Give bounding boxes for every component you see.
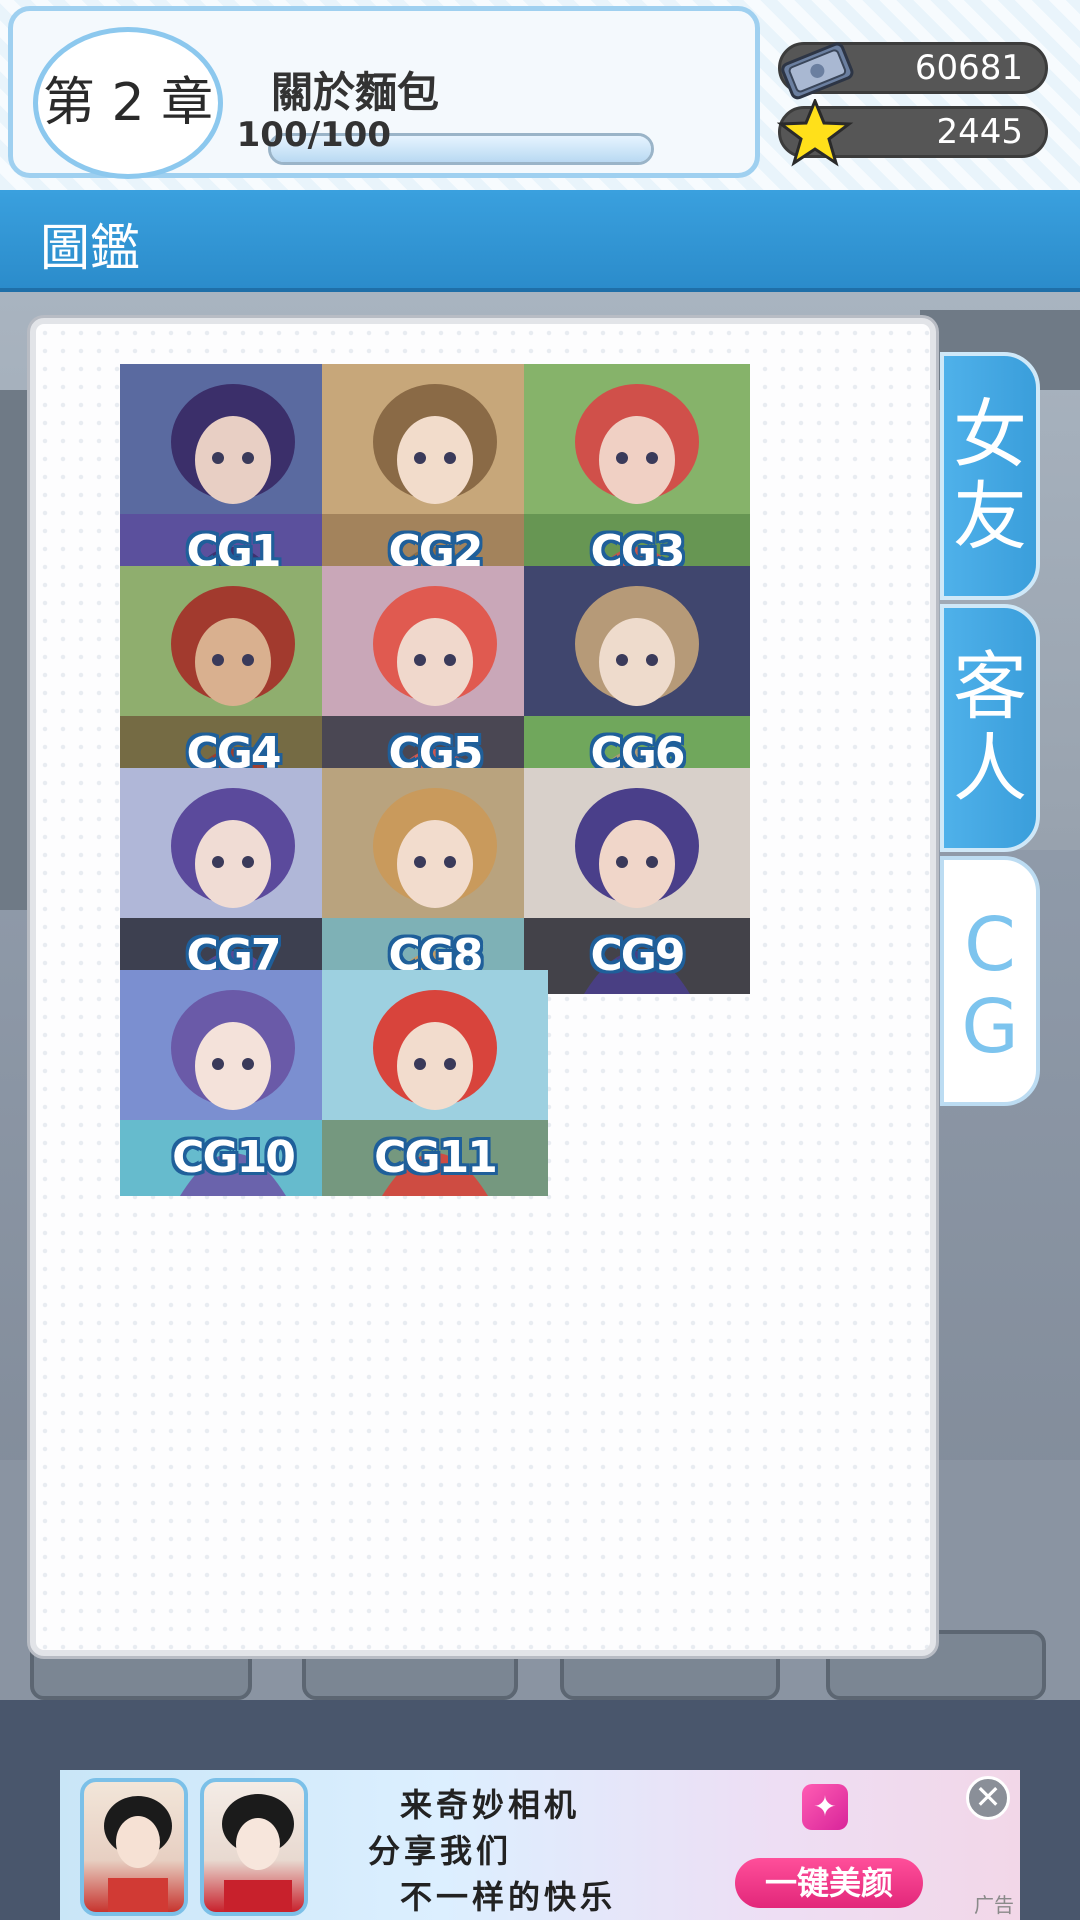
section-title: 圖鑑 [40,219,140,277]
ad-portrait-2 [222,1794,294,1912]
section-bar: 圖鑑 [0,190,1080,292]
cg-thumbnail[interactable]: CG9 [524,768,750,994]
ad-sparkle-icon: ✦ [802,1784,848,1830]
cg-gallery-dialog: CG1CG2CG3CG4CG5CG6CG7CG8CG9CG10CG11 关闭 [30,318,936,1880]
cg-thumbnail[interactable]: CG4 [120,566,346,792]
cg-label: CG10 [172,1132,296,1183]
star-icon [777,99,854,167]
cg-thumbnail[interactable]: CG3 [524,364,750,590]
top-header: 第 2 章 關於麵包 100/100 60681 2445 [0,0,1080,190]
star-counter: 2445 [777,99,1048,167]
ad-thumbnail-2 [200,1778,308,1916]
money-value: 60681 [914,48,1023,88]
tab-cg[interactable]: C G [940,856,1040,1106]
chapter-badge: 第 2 章 [33,27,223,179]
tab-guest-char-1: 客 [953,644,1027,730]
chapter-progress-text: 100/100 [236,115,391,155]
cg-label: CG11 [374,1132,498,1183]
ad-line-2: 分享我们 [368,1832,513,1870]
tab-cg-char-1: C [964,902,1016,988]
ad-banner[interactable]: 来奇妙相机 分享我们 不一样的快乐 ✦ 一键美颜 ✕ 广告 [60,1770,1020,1920]
cg-thumbnail[interactable]: CG1 [120,364,346,590]
cg-thumbnail[interactable]: CG2 [322,364,548,590]
ad-thumbnail-1 [80,1778,188,1916]
cash-icon [781,42,854,100]
tab-cg-char-2: G [961,984,1019,1070]
ad-line-3: 不一样的快乐 [400,1878,617,1916]
ad-cta-button[interactable]: 一键美颜 [735,1858,923,1908]
tab-guest-char-2: 人 [953,726,1027,812]
ad-tag: 广告 [974,1893,1014,1917]
cg-thumbnail[interactable]: CG7 [120,768,346,994]
cg-thumbnail[interactable]: CG10 [120,970,346,1196]
cg-thumbnail[interactable]: CG6 [524,566,750,792]
ad-line-1: 来奇妙相机 [400,1786,581,1824]
tab-girlfriend-char-2: 友 [953,474,1027,560]
cg-label: CG9 [590,930,685,981]
cg-thumbnail[interactable]: CG8 [322,768,548,994]
tab-girlfriend-char-1: 女 [953,392,1027,478]
ad-portrait-1 [104,1796,172,1912]
tab-guest[interactable]: 客 人 [940,604,1040,852]
ad-close-icon[interactable]: ✕ [966,1776,1010,1820]
money-counter: 60681 [778,42,1048,100]
chapter-panel: 第 2 章 關於麵包 100/100 [8,6,760,179]
cg-thumbnail[interactable]: CG5 [322,566,548,792]
star-value: 2445 [936,112,1023,152]
tab-girlfriend[interactable]: 女 友 [940,352,1040,600]
chapter-title: 關於麵包 [271,68,440,117]
cg-thumbnail[interactable]: CG11 [322,970,548,1196]
